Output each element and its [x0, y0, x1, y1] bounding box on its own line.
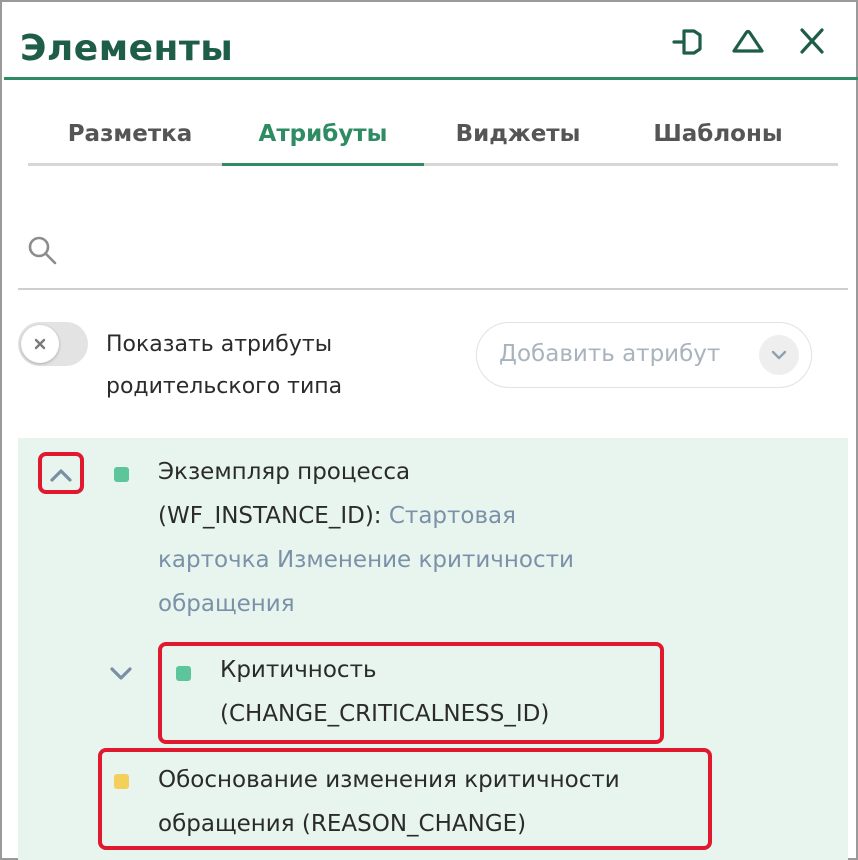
- pin-icon[interactable]: [666, 22, 710, 62]
- attribute-reference-line3[interactable]: обращения: [158, 582, 838, 626]
- attribute-type-marker: [176, 666, 191, 681]
- collapse-icon[interactable]: [726, 22, 770, 62]
- elements-panel: Элементы Разметка Атрибуты Виджеты Шабло…: [0, 0, 858, 860]
- search-bar: [18, 218, 848, 290]
- attribute-name: Критичность: [220, 657, 377, 683]
- search-input[interactable]: [74, 230, 834, 274]
- attribute-name: Экземпляр процесса: [158, 459, 411, 485]
- panel-header: Элементы: [4, 4, 858, 80]
- toggle-label-line2: родительского типа: [106, 374, 343, 399]
- close-icon[interactable]: [790, 22, 834, 62]
- chevron-up-icon[interactable]: [44, 458, 78, 492]
- attribute-type-marker: [114, 467, 129, 482]
- toggle-knob: [21, 325, 59, 363]
- tab-widgets[interactable]: Виджеты: [438, 102, 598, 166]
- search-icon: [26, 234, 60, 268]
- toggle-off-icon: [34, 338, 46, 350]
- tab-bar: Разметка Атрибуты Виджеты Шаблоны: [28, 102, 838, 166]
- attribute-reference-line1[interactable]: Стартовая: [389, 503, 516, 529]
- attribute-reference-line2[interactable]: карточка Изменение критичности: [158, 538, 838, 582]
- panel-title: Элементы: [20, 28, 234, 69]
- tab-markup[interactable]: Разметка: [38, 102, 222, 166]
- attribute-code: обращения (REASON_CHANGE): [158, 811, 527, 837]
- toggle-label-line1: Показать атрибуты: [106, 332, 333, 357]
- parent-attributes-toggle[interactable]: [18, 322, 88, 366]
- tab-templates[interactable]: Шаблоны: [628, 102, 808, 166]
- attribute-name: Обоснование изменения критичности: [158, 767, 620, 793]
- attribute-item-reason-change[interactable]: Обоснование изменения критичности обраще…: [158, 758, 718, 846]
- parent-attributes-toggle-label: Показать атрибуты родительского типа: [106, 324, 436, 408]
- attribute-type-marker: [114, 774, 129, 789]
- add-attribute-label: Добавить атрибут: [499, 341, 721, 367]
- chevron-down-icon[interactable]: [104, 656, 138, 690]
- active-tab-indicator: [222, 163, 424, 166]
- attribute-item-wf-instance[interactable]: Экземпляр процесса (WF_INSTANCE_ID): Ста…: [158, 450, 838, 626]
- tab-attributes[interactable]: Атрибуты: [222, 102, 424, 166]
- attribute-code: (CHANGE_CRITICALNESS_ID): [220, 701, 550, 727]
- attribute-item-criticalness[interactable]: Критичность (CHANGE_CRITICALNESS_ID): [220, 648, 660, 736]
- chevron-down-icon: [759, 335, 799, 375]
- attribute-list: Экземпляр процесса (WF_INSTANCE_ID): Ста…: [18, 438, 848, 860]
- add-attribute-select[interactable]: Добавить атрибут: [476, 322, 812, 388]
- attribute-code: (WF_INSTANCE_ID):: [158, 503, 382, 529]
